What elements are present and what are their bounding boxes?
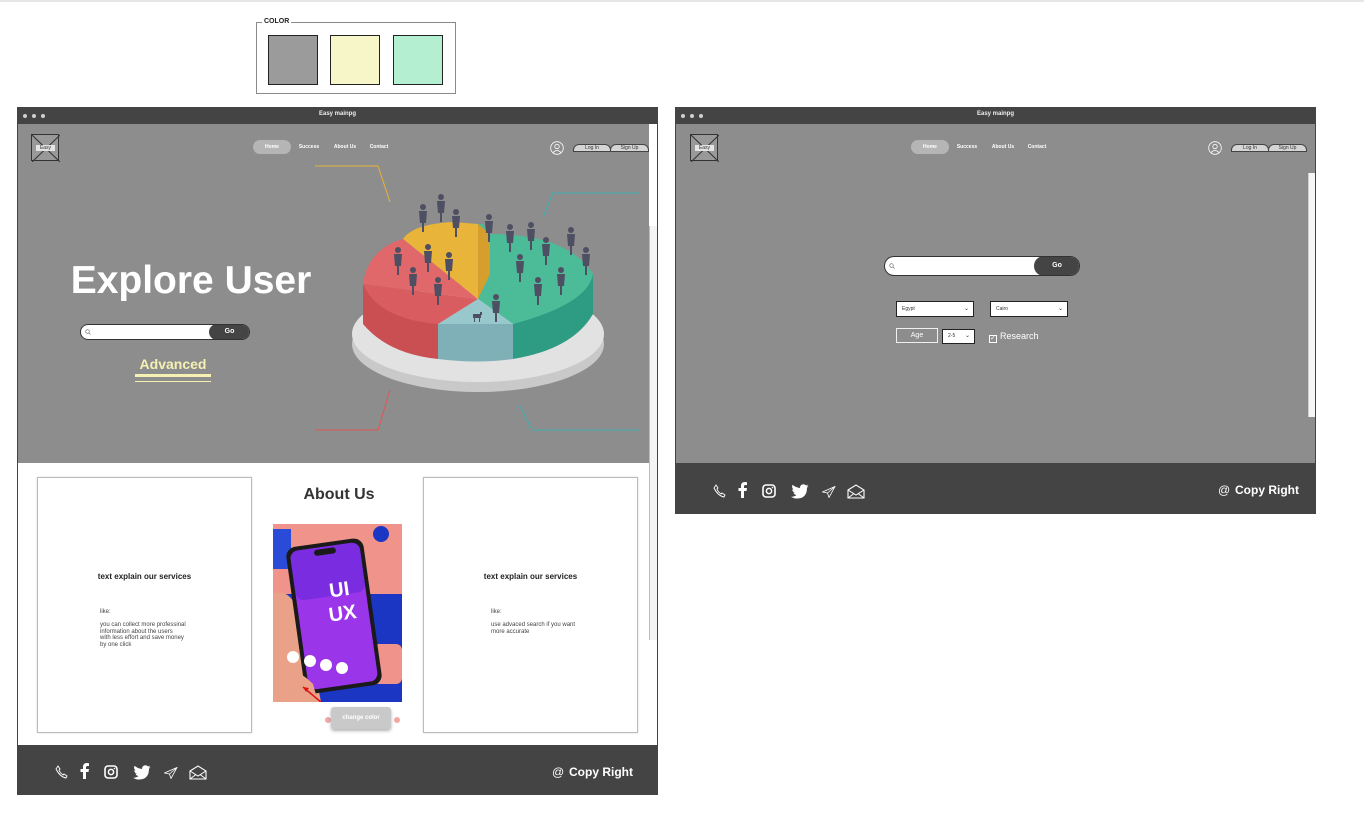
color-palette: COLOR [256, 17, 456, 94]
nav-home[interactable]: Home [253, 140, 291, 154]
footer: @ Copy Right [18, 745, 657, 794]
service-card-right: text explain our services like: use adva… [423, 477, 638, 733]
logo-text: Easy [36, 145, 55, 151]
facebook-icon[interactable] [80, 763, 90, 779]
twitter-icon[interactable] [791, 484, 809, 499]
mail-icon[interactable] [189, 765, 207, 780]
logo-text: Easy [695, 145, 714, 151]
nav-contact[interactable]: Contact [366, 140, 392, 154]
city-select[interactable]: Cairo ⌄ [990, 301, 1068, 317]
logo[interactable]: Easy [31, 134, 60, 162]
card-body: you can collect more professinal informa… [100, 622, 220, 648]
main-nav: Home Success About Us Contact [253, 140, 413, 154]
checkbox-check-icon: ✓ [989, 335, 997, 343]
go-button[interactable]: Go [209, 325, 249, 339]
copyright-text: Copy Right [569, 765, 633, 779]
service-card-left: text explain our services like: you can … [37, 477, 252, 733]
swatch-mint[interactable] [393, 35, 443, 85]
user-icon[interactable] [1208, 141, 1222, 155]
pie-people-illustration [315, 165, 640, 431]
logo[interactable]: Easy [690, 134, 719, 162]
signup-button[interactable]: Sign Up [610, 144, 649, 152]
search-input[interactable] [93, 327, 203, 337]
phone-icon[interactable] [55, 765, 69, 779]
swatch-gray[interactable] [268, 35, 318, 85]
card-body-line: by one click [100, 641, 132, 648]
chevron-down-icon: ⌄ [964, 333, 970, 339]
nav-success[interactable]: Success [295, 140, 323, 154]
auth-buttons: Log In Sign Up [573, 144, 649, 152]
window-titlebar: Easy mainpg [676, 108, 1315, 124]
instagram-icon[interactable] [762, 484, 776, 498]
card-body: use advaced search if you want more accu… [491, 622, 611, 635]
age-select[interactable]: 2-5 ⌄ [942, 329, 975, 344]
card-title: text explain our services [483, 572, 578, 581]
scrollbar[interactable] [1308, 173, 1315, 417]
auth-buttons: Log In Sign Up [1231, 144, 1307, 152]
swatch-yellow[interactable] [330, 35, 380, 85]
city-value: Cairo [996, 306, 1008, 312]
advanced-link[interactable]: Advanced [135, 356, 211, 372]
nav-home[interactable]: Home [911, 140, 949, 154]
research-label: Research [1000, 331, 1039, 341]
nav-success[interactable]: Success [953, 140, 981, 154]
window-titlebar: Easy mainpg [18, 108, 657, 124]
instagram-icon[interactable] [104, 765, 118, 779]
country-value: Egypt [902, 306, 915, 312]
search-icon [85, 329, 91, 335]
login-button[interactable]: Log In [573, 144, 611, 152]
footer: @ Copy Right [676, 463, 1315, 513]
search-bar: Go [884, 256, 1080, 276]
arrow-dot-right [394, 717, 400, 723]
search-section: Easy Home Success About Us Contact Log I… [676, 124, 1315, 463]
hero-section: Easy Home Success About Us Contact Log I… [18, 124, 649, 463]
user-icon[interactable] [550, 141, 564, 155]
about-us-title: About Us [303, 486, 375, 503]
card-body-line: more accurate [491, 628, 530, 635]
nav-about-us[interactable]: About Us [330, 140, 360, 154]
at-icon: @ [1218, 483, 1231, 497]
copyright-text: Copy Right [1235, 483, 1299, 497]
search-bar: Go [80, 324, 250, 340]
facebook-icon[interactable] [738, 482, 748, 498]
palette-legend: COLOR [262, 17, 292, 27]
top-divider [0, 0, 1364, 2]
advanced-underline [135, 381, 211, 382]
country-select[interactable]: Egypt ⌄ [896, 301, 974, 317]
advanced-underline [135, 374, 211, 377]
age-label: Age [896, 328, 938, 343]
card-like-label: like: [491, 609, 502, 615]
nav-about-us[interactable]: About Us [988, 140, 1018, 154]
chevron-down-icon: ⌄ [1057, 306, 1063, 312]
research-checkbox[interactable]: ✓ Research [989, 331, 1039, 343]
chevron-down-icon: ⌄ [963, 306, 969, 312]
nav-contact[interactable]: Contact [1024, 140, 1050, 154]
card-title: text explain our services [97, 572, 192, 581]
mail-icon[interactable] [847, 484, 865, 499]
signup-button[interactable]: Sign Up [1268, 144, 1307, 152]
change-color-button[interactable]: change color [331, 707, 391, 729]
search-page-window: Easy mainpg Easy Home Success About Us C… [675, 107, 1316, 514]
window-title: Easy mainpg [976, 111, 1014, 117]
twitter-icon[interactable] [133, 765, 151, 780]
send-icon[interactable] [164, 767, 178, 779]
phone-icon[interactable] [713, 484, 727, 498]
search-icon [889, 263, 895, 269]
main-nav: Home Success About Us Contact [911, 140, 1071, 154]
hero-title: Explore User [70, 259, 312, 302]
age-value: 2-5 [948, 333, 956, 339]
window-title: Easy mainpg [318, 111, 356, 117]
send-icon[interactable] [822, 486, 836, 498]
search-input[interactable] [897, 261, 1027, 271]
at-icon: @ [552, 765, 565, 779]
scrollbar[interactable] [649, 226, 657, 640]
main-page-window: Easy mainpg Easy Home Success About Us C… [17, 107, 658, 795]
login-button[interactable]: Log In [1231, 144, 1269, 152]
go-button[interactable]: Go [1034, 257, 1079, 275]
card-like-label: like: [100, 609, 111, 615]
